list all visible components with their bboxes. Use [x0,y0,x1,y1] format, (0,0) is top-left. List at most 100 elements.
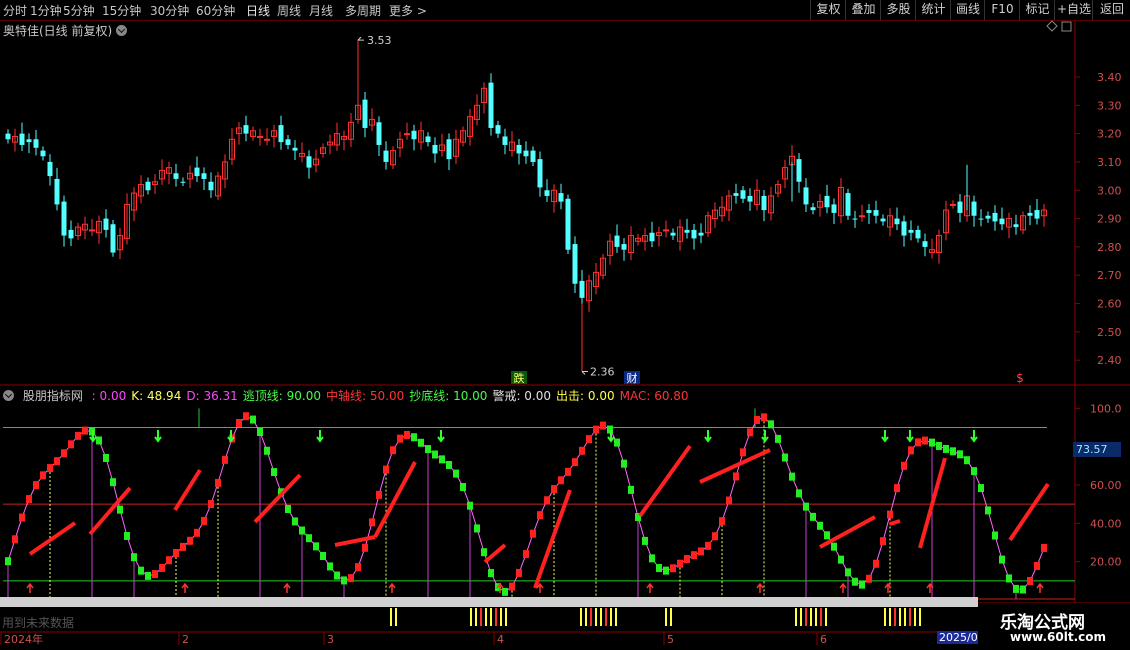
ind-block [971,467,977,476]
ind-block [418,438,424,447]
ind-block [628,485,634,494]
sell-arrow [437,430,445,443]
ind-block [313,542,319,551]
ind-block [19,513,25,522]
ind-block [684,555,690,564]
candle-down [579,280,585,298]
ind-block [292,517,298,526]
ind-block [733,472,739,481]
ind-block [523,550,529,559]
signal-bar [485,608,487,626]
signal-bar [919,608,921,626]
marker-finance: 财 [627,371,638,385]
ind-block [68,440,74,449]
ind-block [845,568,851,577]
ind-block [922,436,928,445]
ind-block [978,484,984,493]
indicator-menu-icon[interactable] [3,390,14,401]
candle-down [292,147,298,151]
ind-block [460,482,466,491]
candle-down [446,139,452,160]
ind-block [285,504,291,513]
ind-block [600,421,606,430]
ind-block [936,441,942,450]
signal-bar [825,608,827,626]
candle-down [691,229,697,239]
signal-bar [795,608,797,626]
candle-down [915,229,921,239]
candle-down [61,201,67,236]
signal-bar [495,608,497,626]
indicator-title[interactable]: 股朋指标网 : 0.00 K: 48.94 D: 36.31 逃顶线: 90.00 中轴… [3,387,699,404]
candle-down [362,99,368,128]
candle-up [89,229,95,232]
ind-block [369,518,375,527]
high-arrow [357,36,364,41]
marker-dollar: $ [1016,371,1024,385]
ind-block [187,536,193,545]
candle-down [971,201,977,216]
ind-block [250,415,256,424]
ind-block [838,555,844,564]
indicator-param-8: MAC: 60.80 [619,389,689,403]
candle-down [495,125,501,134]
buy-tick [756,582,764,593]
ind-block [96,436,102,445]
ind-block [271,468,277,477]
ind-block [1041,543,1047,552]
candle-down [208,181,214,191]
ind-block [950,447,956,456]
ind-block [509,582,515,591]
price-tick-label: 2.80 [1097,241,1122,254]
kline-chart[interactable]: 3.40 3.30 3.20 3.10 3.00 2.90 2.80 2.70 2.60 2.50… [0,0,1130,650]
ind-block [320,551,326,560]
candle-down [68,229,74,239]
candle-up [859,215,865,218]
sell-arrow [970,430,978,443]
volume-bar-strip [0,597,978,607]
buy-tick [388,582,396,593]
sell-arrow [761,430,769,443]
candle-down [19,133,25,145]
candle-down [425,136,431,143]
ind-block [516,568,522,577]
ind-block [796,489,802,498]
signal-bar [605,608,607,626]
ind-block [992,531,998,540]
footer-caption: 用到未来数据 [2,616,75,630]
signal-bar [884,608,886,626]
ind-block [103,453,109,462]
ind-block [397,434,403,443]
ind-block [677,559,683,568]
ind-block [817,521,823,530]
ind-block [390,446,396,455]
sell-arrow [154,430,162,443]
indicator-param-2: D: 36.31 [186,389,238,403]
ind-block [138,566,144,575]
ind-block [376,490,382,499]
signal-bar [820,608,822,626]
ind-block [1034,561,1040,570]
ind-block [180,542,186,551]
candle-down [810,207,816,211]
signal-bar [894,608,896,626]
signal-bar [475,608,477,626]
ind-block [362,543,368,552]
candle-down [40,150,46,157]
ind-block [215,478,221,487]
candle-down [733,193,739,196]
candle-down [845,193,851,216]
ind-block [859,580,865,589]
candle-down [985,215,991,219]
ind-block [558,476,564,485]
signal-bar [670,608,672,626]
ind-block [593,425,599,434]
ind-block [411,433,417,442]
ind-block [761,413,767,422]
candle-down [502,136,508,145]
candle-down [488,82,494,128]
candle-down [978,218,984,220]
ind-block [467,501,473,510]
price-tick-label: 3.40 [1097,71,1122,84]
signal-bar [480,608,482,626]
